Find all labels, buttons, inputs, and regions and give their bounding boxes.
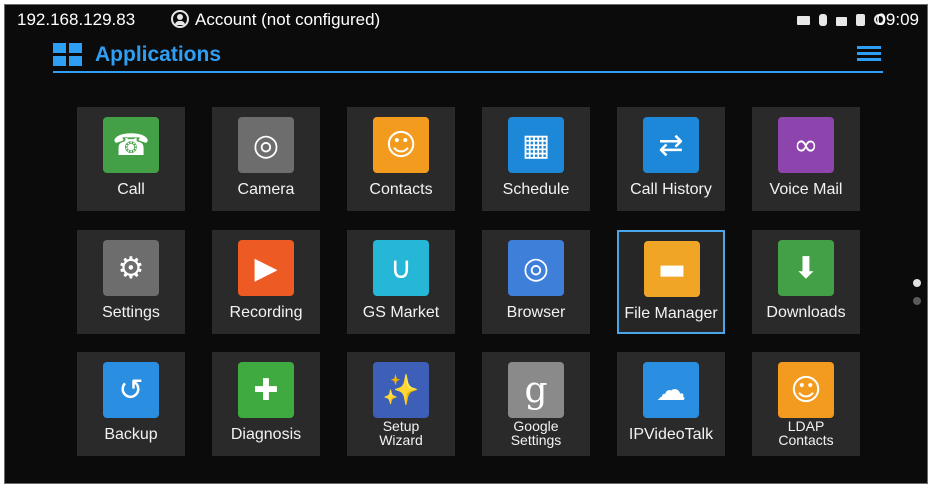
app-tile-ipvideotalk[interactable]: ☁ IPVideoTalk (617, 352, 725, 456)
app-label: Schedule (502, 181, 570, 198)
setup-wizard-icon: ✨ (373, 362, 429, 418)
app-label: LDAP Contacts (778, 418, 834, 448)
downloads-icon: ⬇ (778, 240, 834, 296)
sd-card-icon (856, 14, 865, 26)
clock: 09:09 (876, 10, 919, 29)
app-label: Google Settings (510, 418, 562, 448)
app-tile-google-settings[interactable]: g Google Settings (482, 352, 590, 456)
app-label: Browser (506, 304, 566, 321)
apps-grid-icon (53, 43, 83, 67)
app-label: Backup (104, 426, 158, 443)
app-tile-setup-wizard[interactable]: ✨ Setup Wizard (347, 352, 455, 456)
page-title: Applications (95, 43, 222, 66)
schedule-icon: ▦ (508, 117, 564, 173)
account-status: Account (not configured) (195, 10, 381, 29)
app-label: Call History (630, 181, 712, 198)
app-tile-browser[interactable]: ◎ Browser (482, 230, 590, 334)
account-icon (171, 10, 189, 28)
pager-dot[interactable] (913, 297, 921, 305)
app-tile-voice-mail[interactable]: ∞ Voice Mail (752, 107, 860, 211)
recording-icon: ▶ (238, 240, 294, 296)
file-manager-icon: ▬ (644, 241, 700, 297)
app-label: IPVideoTalk (628, 426, 714, 443)
app-tile-file-manager[interactable]: ▬ File Manager (617, 230, 725, 334)
app-tile-downloads[interactable]: ⬇ Downloads (752, 230, 860, 334)
app-tile-settings[interactable]: ⚙ Settings (77, 230, 185, 334)
app-tile-call-history[interactable]: ⇄ Call History (617, 107, 725, 211)
pager-dot-active[interactable] (913, 279, 921, 287)
ldap-contacts-icon: ☺ (778, 362, 834, 418)
app-label: Call (117, 181, 145, 198)
gs-market-icon: ∪ (373, 240, 429, 296)
app-tile-ldap-contacts[interactable]: ☺ LDAP Contacts (752, 352, 860, 456)
app-tile-backup[interactable]: ↺ Backup (77, 352, 185, 456)
app-label: Settings (102, 304, 160, 321)
backup-icon: ↺ (103, 362, 159, 418)
app-label: Recording (229, 304, 303, 321)
ipvideotalk-icon: ☁ (643, 362, 699, 418)
app-tile-recording[interactable]: ▶ Recording (212, 230, 320, 334)
google-settings-icon: g (508, 362, 564, 418)
app-label: GS Market (362, 304, 440, 321)
camera-icon: ◎ (238, 117, 294, 173)
app-tile-camera[interactable]: ◎ Camera (212, 107, 320, 211)
app-tile-diagnosis[interactable]: ✚ Diagnosis (212, 352, 320, 456)
settings-icon: ⚙ (103, 240, 159, 296)
ip-address: 192.168.129.83 (17, 10, 136, 29)
contacts-icon: ☺ (373, 117, 429, 173)
app-label: Diagnosis (230, 426, 302, 443)
app-label: Setup Wizard (379, 418, 423, 448)
app-label: Contacts (369, 181, 433, 198)
status-bar: 192.168.129.83 Account (not configured) … (5, 5, 927, 35)
monitor-icon (797, 16, 810, 25)
header-divider (53, 71, 883, 73)
call-icon: ☎ (103, 117, 159, 173)
app-label: Voice Mail (769, 181, 843, 198)
screen: 192.168.129.83 Account (not configured) … (4, 4, 928, 484)
app-label: Downloads (766, 304, 846, 321)
app-label: Camera (237, 181, 295, 198)
browser-icon: ◎ (508, 240, 564, 296)
usb-icon (819, 14, 827, 26)
app-tile-contacts[interactable]: ☺ Contacts (347, 107, 455, 211)
app-label: File Manager (624, 305, 718, 322)
voice-mail-icon: ∞ (778, 117, 834, 173)
lock-icon (836, 17, 847, 26)
diagnosis-icon: ✚ (238, 362, 294, 418)
app-tile-gs-market[interactable]: ∪ GS Market (347, 230, 455, 334)
call-history-icon: ⇄ (643, 117, 699, 173)
app-tile-schedule[interactable]: ▦ Schedule (482, 107, 590, 211)
app-tile-call[interactable]: ☎ Call (77, 107, 185, 211)
status-icons (797, 14, 885, 26)
menu-icon[interactable] (857, 46, 881, 62)
